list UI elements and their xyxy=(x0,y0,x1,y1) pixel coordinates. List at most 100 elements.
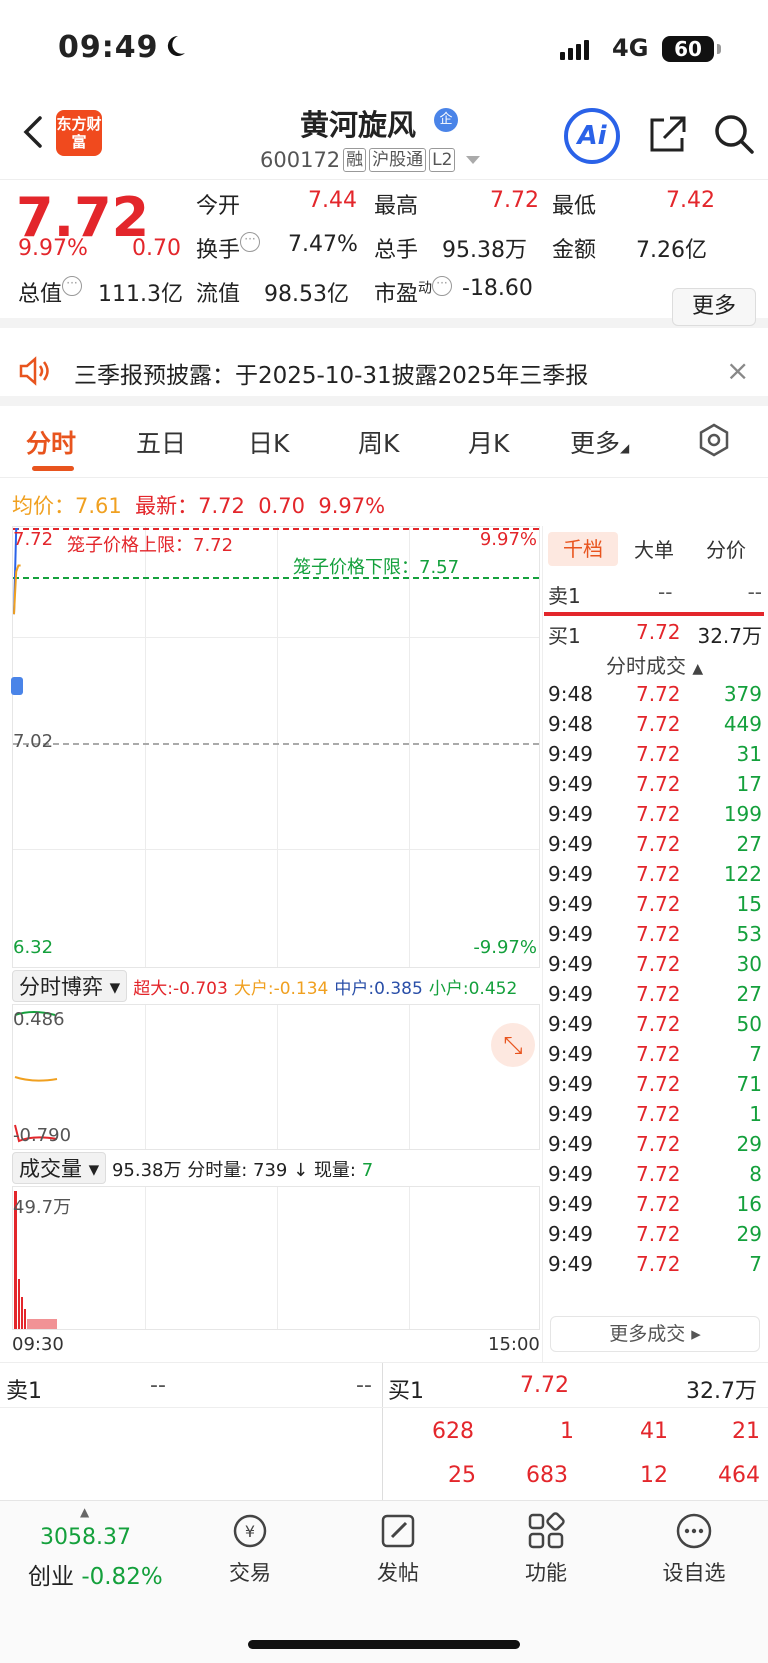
index-value[interactable]: 3058.37 xyxy=(40,1525,131,1550)
deal-time: 9:49 xyxy=(548,952,593,976)
info-icon[interactable]: ··· xyxy=(240,232,261,252)
share-icon[interactable] xyxy=(646,112,690,156)
more-quote-button[interactable]: 更多 xyxy=(672,288,756,326)
low-value: 7.42 xyxy=(666,188,715,213)
deal-volume: 27 xyxy=(736,832,762,856)
deal-time: 9:49 xyxy=(548,832,593,856)
deal-price: 7.72 xyxy=(636,952,681,976)
sell-buy-divider xyxy=(544,612,764,616)
high-value: 7.72 xyxy=(490,188,539,213)
search-icon[interactable] xyxy=(712,112,756,156)
info-icon[interactable]: ··· xyxy=(62,276,83,296)
deal-row: 9:49 7.72 50 xyxy=(544,1012,768,1042)
game-chart[interactable]: 0.486 -0.790 ⤡ xyxy=(12,1004,540,1150)
tag-margin: 融 xyxy=(343,148,367,172)
volume-label: 总手 xyxy=(374,238,419,263)
change-pct: 9.97% xyxy=(18,236,88,261)
deal-price: 7.72 xyxy=(636,892,681,916)
tab-monthly-k[interactable]: 月K xyxy=(468,424,509,460)
home-indicator[interactable] xyxy=(248,1640,520,1649)
volume-dropdown[interactable]: 成交量 ▾ xyxy=(12,1152,107,1184)
intraday-chart[interactable]: 7.72 笼子价格上限：7.72 9.97% 笼子价格下限：7.57 7.02 … xyxy=(11,526,540,968)
deal-row: 9:49 7.72 53 xyxy=(544,922,768,952)
expand-icon[interactable]: ⤡ xyxy=(491,1023,535,1067)
close-icon[interactable]: × xyxy=(726,354,749,387)
book-buy1-vol: 32.7万 xyxy=(686,1379,757,1404)
deal-row: 9:49 7.72 8 xyxy=(544,1162,768,1192)
queue-cell: 1 xyxy=(560,1419,574,1444)
deal-volume: 379 xyxy=(723,682,762,706)
tab-five-day[interactable]: 五日 xyxy=(136,424,186,460)
deals-title[interactable]: 分时成交 ▲ xyxy=(606,650,703,679)
tab-thousand-levels[interactable]: 千档 xyxy=(548,532,618,566)
deal-time: 9:49 xyxy=(548,742,593,766)
nav-watchlist[interactable]: 设自选 xyxy=(644,1511,744,1587)
deal-volume: 199 xyxy=(723,802,762,826)
latest-price: 最新：7.72 xyxy=(135,494,245,518)
deal-time: 9:49 xyxy=(548,1102,593,1126)
book-sell1-vol: -- xyxy=(356,1373,372,1398)
deal-row: 9:48 7.72 379 xyxy=(544,682,768,712)
active-tab-underline xyxy=(32,466,74,471)
deal-time: 9:49 xyxy=(548,862,593,886)
stock-code-row[interactable]: 600172 融 沪股通 L2 xyxy=(260,148,481,172)
tab-big-orders[interactable]: 大单 xyxy=(634,534,674,563)
info-icon[interactable]: ··· xyxy=(432,276,453,296)
deal-volume: 1 xyxy=(749,1102,762,1126)
chevron-down-icon xyxy=(466,156,481,164)
svg-text:¥: ¥ xyxy=(245,1522,255,1541)
volume-chart[interactable]: 49.7万 xyxy=(12,1186,540,1330)
y-mid-label: 7.02 xyxy=(13,731,54,752)
deal-time: 9:49 xyxy=(548,772,593,796)
turnover-value: 7.47% xyxy=(288,232,358,257)
caret-up-icon[interactable]: ▲ xyxy=(80,1505,89,1519)
tab-daily-k[interactable]: 日K xyxy=(248,424,289,460)
stock-name[interactable]: 黄河旋风 xyxy=(300,102,416,144)
nav-post[interactable]: 发帖 xyxy=(348,1511,448,1587)
more-icon xyxy=(676,1513,712,1549)
deal-price: 7.72 xyxy=(636,982,681,1006)
book-sell1-price: -- xyxy=(150,1373,166,1398)
high-label: 最高 xyxy=(374,194,419,219)
nav-trade[interactable]: ¥ 交易 xyxy=(200,1511,300,1587)
tag-l2: L2 xyxy=(429,148,456,172)
edit-icon xyxy=(381,1514,415,1548)
game-lines xyxy=(14,1011,58,1143)
deal-price: 7.72 xyxy=(636,1102,681,1126)
book-divider xyxy=(382,1363,383,1503)
order-book: 卖1 -- -- 买1 7.72 32.7万 628 1 41 21 25 68… xyxy=(0,1362,768,1503)
more-deals-button[interactable]: 更多成交 ▸ xyxy=(550,1316,760,1352)
stock-header: 东方财富 黄河旋风 企 600172 融 沪股通 L2 Ai xyxy=(0,100,768,180)
gear-icon[interactable] xyxy=(696,422,732,458)
book-sell1-label: 卖1 xyxy=(6,1379,42,1404)
tab-intraday[interactable]: 分时 xyxy=(26,424,76,460)
ai-button[interactable]: Ai xyxy=(564,108,620,164)
tab-weekly-k[interactable]: 周K xyxy=(358,424,399,460)
deal-volume: 71 xyxy=(736,1072,762,1096)
deal-row: 9:49 7.72 15 xyxy=(544,892,768,922)
panel-divider xyxy=(542,526,543,1362)
deal-row: 9:49 7.72 71 xyxy=(544,1072,768,1102)
pct-min-label: -9.97% xyxy=(473,937,537,958)
open-value: 7.44 xyxy=(308,188,357,213)
nav-functions[interactable]: 功能 xyxy=(496,1511,596,1587)
signal-marker-icon[interactable] xyxy=(11,677,23,695)
tab-price-dist[interactable]: 分价 xyxy=(706,534,746,563)
sell1-row: 卖1 -- -- xyxy=(548,580,762,608)
queue-cell: 12 xyxy=(640,1463,668,1488)
tab-more[interactable]: 更多◢ xyxy=(570,424,629,460)
queue-cell: 25 xyxy=(448,1463,476,1488)
deal-volume: 449 xyxy=(723,712,762,736)
deal-price: 7.72 xyxy=(636,682,681,706)
deal-time: 9:49 xyxy=(548,802,593,826)
deal-price: 7.72 xyxy=(636,1042,681,1066)
app-logo: 东方财富 xyxy=(56,110,102,156)
notice-text: 三季报预披露：于2025-10-31披露2025年三季报 xyxy=(74,363,589,389)
deal-time: 9:48 xyxy=(548,712,593,736)
deal-time: 9:49 xyxy=(548,1132,593,1156)
notice-bar[interactable]: 三季报预披露：于2025-10-31披露2025年三季报 × xyxy=(0,338,768,406)
back-arrow-icon[interactable] xyxy=(18,114,48,150)
game-dropdown[interactable]: 分时博弈 ▾ xyxy=(12,970,128,1002)
index-ticker[interactable]: 创业 -0.82% xyxy=(28,1557,163,1591)
clock: 09:49 xyxy=(58,30,159,65)
